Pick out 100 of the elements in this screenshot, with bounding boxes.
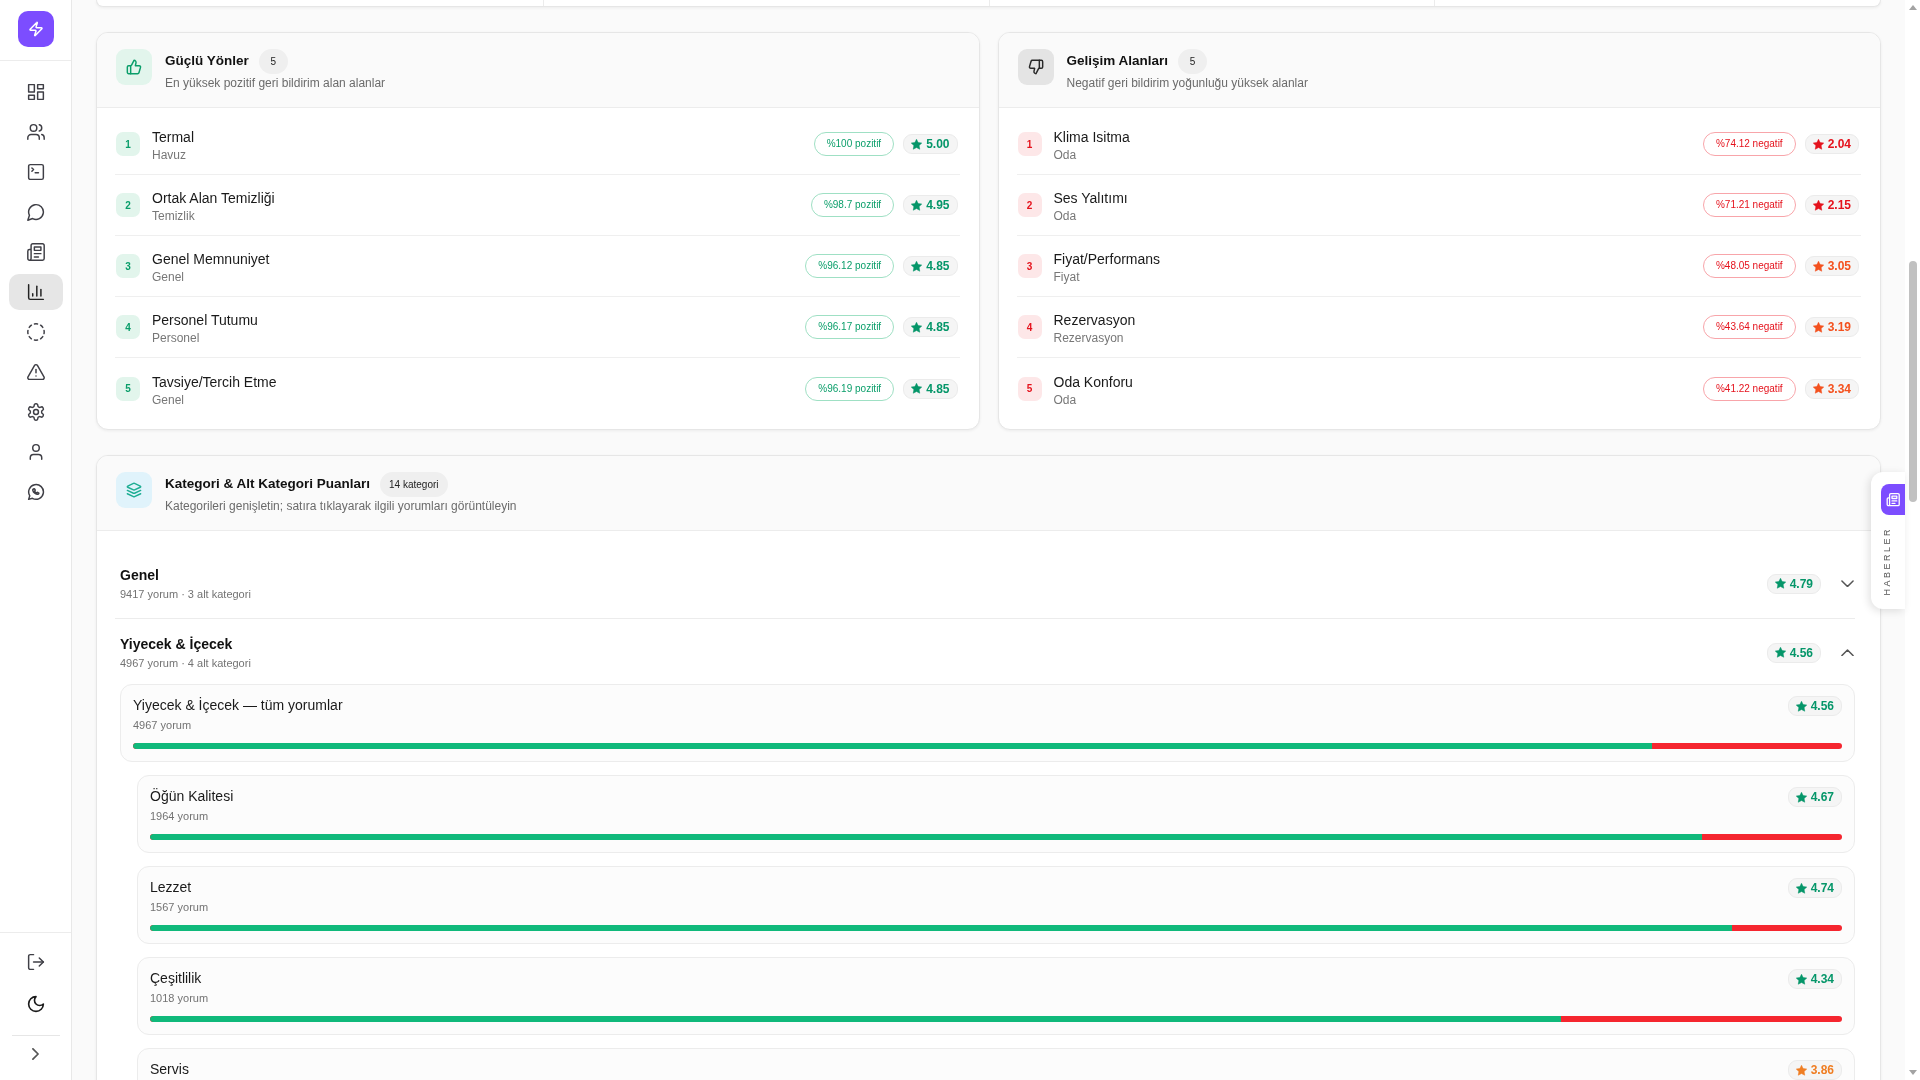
sentiment-share-tag: %41.22 negatif — [1702, 376, 1796, 401]
rating-value: 4.67 — [1810, 789, 1834, 805]
subcategory-card[interactable]: Servis 3.86 — [137, 1048, 1855, 1080]
phone-chat-icon — [26, 483, 45, 501]
bar-chart-icon — [26, 283, 45, 301]
subcategory-card[interactable]: Çeşitlilik 4.34 1018 yorum — [137, 957, 1855, 1035]
rank-badge: 3 — [1017, 254, 1042, 278]
rating-value: 4.56 — [1789, 644, 1813, 661]
rating-value: 3.86 — [1810, 1062, 1834, 1078]
card-title: Güçlü Yönler — [165, 53, 249, 69]
dashboard-icon — [26, 83, 45, 101]
card-subtitle: Kategorileri genişletin; satıra tıklayarak ilgili yorumları görüntüleyin — [165, 499, 517, 513]
subcategory-name: Servis — [150, 1060, 189, 1078]
settings-icon — [26, 403, 45, 421]
sentiment-share-tag: %71.21 negatif — [1702, 193, 1796, 217]
rating-value: 4.79 — [1789, 575, 1813, 592]
rank-badge: 5 — [1017, 376, 1042, 401]
count-badge: 5 — [1178, 48, 1208, 74]
rating-value: 4.74 — [1810, 880, 1834, 896]
moon-icon — [26, 995, 45, 1013]
item-name: Tavsiye/Tercih Etme — [152, 373, 278, 391]
card-subtitle: Negatif geri bildirim yoğunluğu yüksek alanlar — [1066, 76, 1308, 90]
item-name: Termal — [152, 129, 195, 146]
sentiment-share-tag: %96.19 pozitif — [805, 376, 895, 401]
rank-badge: 2 — [116, 193, 140, 217]
rating-value: 4.85 — [926, 319, 950, 335]
thumbs-down-icon — [1017, 49, 1054, 85]
sentiment-share-tag: %48.05 negatif — [1702, 254, 1796, 278]
sentiment-share-tag: %43.64 negatif — [1702, 315, 1796, 339]
news-side-tab[interactable]: HABERLER — [1871, 472, 1905, 609]
sentiment-share-tag: %100 pozitif — [813, 132, 895, 156]
rating-value: 4.95 — [926, 197, 950, 213]
rating-value: 5.00 — [926, 136, 950, 152]
rating-value: 2.15 — [1827, 197, 1851, 213]
review-count: 1567 yorum — [150, 900, 210, 914]
item-name: Fiyat/Performans — [1053, 251, 1162, 268]
item-name: Klima Isitma — [1053, 129, 1131, 146]
item-category: Personel — [152, 331, 201, 346]
item-category: Genel — [152, 270, 186, 285]
item-category: Temizlik — [152, 209, 196, 224]
item-name: Rezervasyon — [1053, 312, 1137, 329]
count-badge: 5 — [258, 48, 288, 74]
layers-icon — [116, 472, 152, 508]
subcategory-card[interactable]: Öğün Kalitesi 4.67 1964 yorum — [137, 775, 1855, 853]
subcategory-name: Öğün Kalitesi — [150, 787, 234, 805]
subcategory-card[interactable]: Yiyecek & İçecek — tüm yorumlar 4.56 4967 yorum — [120, 684, 1855, 762]
item-name: Ortak Alan Temizliği — [152, 190, 276, 207]
rating-value: 3.34 — [1827, 380, 1851, 397]
subcategory-name: Lezzet — [150, 878, 192, 896]
item-category: Rezervasyon — [1053, 331, 1125, 346]
chat-bubble-icon — [26, 203, 45, 221]
item-category: Oda — [1053, 209, 1078, 224]
sentiment-share-tag: %98.7 pozitif — [810, 193, 895, 217]
card-title: Gelişim Alanları — [1066, 53, 1169, 69]
chevron-up-icon[interactable] — [1841, 648, 1854, 657]
rating-value: 2.04 — [1827, 136, 1851, 152]
dashed-circle-icon — [26, 323, 45, 341]
scrollbar-thumb[interactable] — [1908, 261, 1917, 502]
rating-value: 4.85 — [926, 380, 950, 397]
rank-badge: 1 — [1017, 132, 1042, 156]
sentiment-share-tag: %96.17 pozitif — [805, 315, 895, 339]
users-icon — [26, 123, 45, 141]
rank-badge: 5 — [116, 376, 140, 401]
review-count: 1018 yorum — [150, 991, 210, 1005]
rating-value: 3.19 — [1827, 319, 1851, 335]
newspaper-icon — [26, 243, 45, 261]
item-category: Havuz — [152, 148, 187, 163]
sidebar-nav-item[interactable] — [8, 274, 63, 310]
item-name: Oda Konforu — [1053, 373, 1134, 391]
lightning-logo-icon[interactable] — [17, 11, 54, 47]
review-count: 1964 yorum — [150, 809, 210, 823]
thumbs-up-icon — [116, 49, 152, 85]
logout-icon — [26, 953, 45, 971]
sentiment-share-tag: %74.12 negatif — [1702, 132, 1796, 156]
item-name: Ses Yalıtımı — [1053, 190, 1129, 207]
card-subtitle: En yüksek pozitif geri bildirim alan alanlar — [165, 76, 386, 90]
chevron-down-icon[interactable] — [1841, 579, 1854, 588]
subcategory-name: Yiyecek & İçecek — tüm yorumlar — [133, 696, 343, 714]
subcategory-card[interactable]: Lezzet 4.74 1567 yorum — [137, 866, 1855, 944]
rank-badge: 3 — [116, 254, 140, 278]
warning-icon — [26, 363, 45, 381]
category-meta: 9417 yorum · 3 alt kategori — [120, 587, 252, 601]
rank-badge: 4 — [116, 315, 140, 339]
rank-badge: 1 — [116, 132, 140, 156]
review-count: 4967 yorum — [133, 718, 193, 732]
count-badge: 14 kategori — [380, 471, 448, 497]
item-category: Oda — [1053, 392, 1078, 408]
category-name: Genel — [120, 566, 160, 584]
chevron-right-icon — [32, 1048, 39, 1060]
sentiment-share-tag: %96.12 pozitif — [805, 254, 895, 278]
item-name: Genel Memnuniyet — [152, 251, 271, 268]
category-meta: 4967 yorum · 4 alt kategori — [120, 656, 252, 670]
card-title: Kategori & Alt Kategori Puanları — [165, 476, 371, 492]
rank-badge: 4 — [1017, 315, 1042, 339]
terminal-icon — [26, 163, 45, 181]
item-category: Genel — [152, 392, 186, 408]
category-name: Yiyecek & İçecek — [120, 635, 234, 653]
rank-badge: 2 — [1017, 193, 1042, 217]
rating-value: 4.56 — [1810, 698, 1834, 714]
subcategory-name: Çeşitlilik — [150, 969, 202, 987]
